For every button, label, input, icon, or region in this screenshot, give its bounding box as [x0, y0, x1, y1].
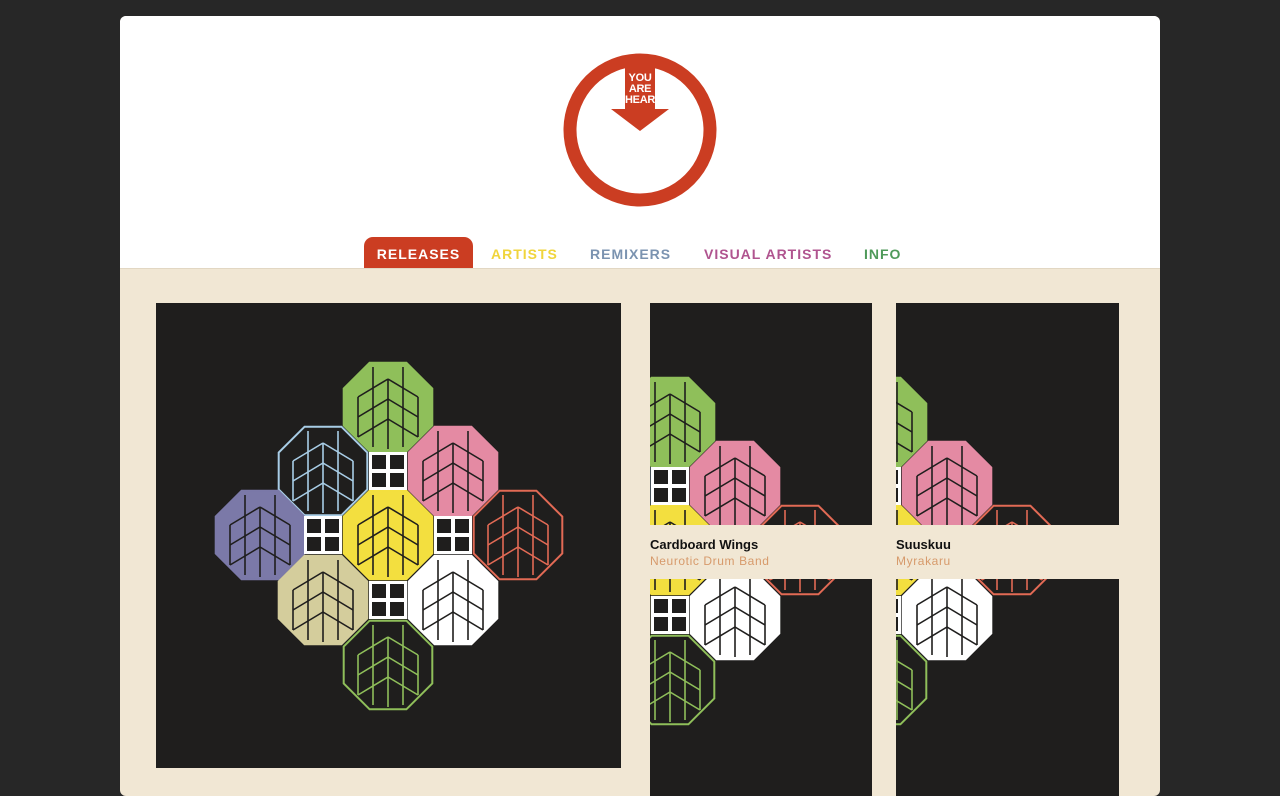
grid-square — [369, 452, 407, 490]
tab-releases[interactable]: RELEASES — [364, 237, 473, 268]
octagon-tile — [689, 440, 781, 532]
octagon-tile — [472, 489, 564, 581]
grid-square — [651, 467, 689, 505]
cover-artwork — [156, 303, 621, 768]
featured-release-cover[interactable] — [156, 303, 621, 768]
octagon-tile — [342, 489, 434, 581]
site-header: YOU ARE HEAR RELEASES ARTISTS REMIXERS V… — [120, 16, 1160, 269]
logo-line-3: HEAR — [625, 94, 655, 106]
release-caption-suuskuu[interactable]: Suuskuu Myrakaru — [896, 525, 1119, 579]
octagon-tile — [689, 569, 781, 661]
octagon-tile — [277, 554, 369, 646]
grid-square — [369, 581, 407, 619]
main-nav: RELEASES ARTISTS REMIXERS VISUAL ARTISTS… — [120, 237, 1160, 268]
tab-artists[interactable]: ARTISTS — [491, 237, 558, 268]
octagon-tile — [277, 425, 369, 517]
octagon-tile — [342, 361, 434, 453]
octagon-tile — [901, 569, 993, 661]
grid-square — [434, 516, 472, 554]
logo[interactable]: YOU ARE HEAR — [563, 53, 717, 207]
release-title[interactable]: Suuskuu — [896, 537, 951, 552]
octagon-tile — [407, 554, 499, 646]
octagon-tile — [214, 489, 306, 581]
octagon-tile — [342, 619, 434, 711]
logo-text: YOU ARE HEAR — [563, 73, 717, 106]
release-artist[interactable]: Myrakaru — [896, 554, 951, 568]
grid-square — [304, 516, 342, 554]
tab-info[interactable]: INFO — [864, 237, 901, 268]
octagon-tile — [901, 440, 993, 532]
release-artist[interactable]: Neurotic Drum Band — [650, 554, 770, 568]
grid-square — [896, 596, 901, 634]
octagon-tile — [407, 425, 499, 517]
release-caption-cardboard-wings[interactable]: Cardboard Wings Neurotic Drum Band — [650, 525, 872, 579]
tab-visual-artists[interactable]: VISUAL ARTISTS — [704, 237, 832, 268]
page-container: YOU ARE HEAR RELEASES ARTISTS REMIXERS V… — [120, 16, 1160, 796]
grid-square — [896, 467, 901, 505]
release-title[interactable]: Cardboard Wings — [650, 537, 758, 552]
tab-remixers[interactable]: REMIXERS — [590, 237, 671, 268]
grid-square — [651, 596, 689, 634]
